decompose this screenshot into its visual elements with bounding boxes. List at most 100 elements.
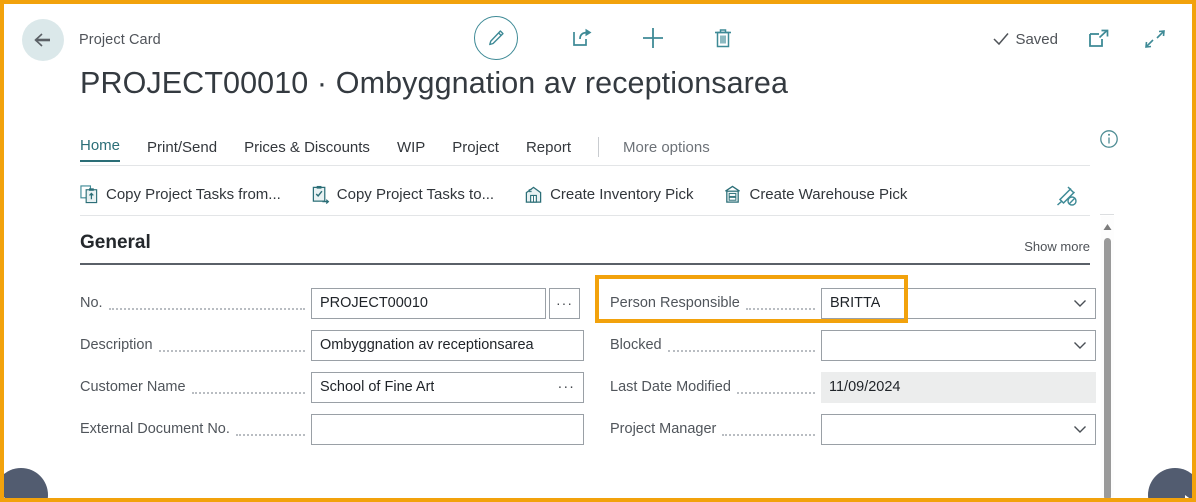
info-icon xyxy=(1098,128,1120,150)
project-card-window: Project Card xyxy=(0,0,1196,502)
input-blocked[interactable] xyxy=(821,330,1096,361)
label-leader-dots xyxy=(192,384,305,394)
open-in-new-window-button[interactable] xyxy=(1084,24,1114,54)
field-row-blocked: Blocked xyxy=(610,324,1096,366)
field-row-project-manager: Project Manager xyxy=(610,408,1096,450)
center-command-icons xyxy=(474,16,738,60)
general-form: No.PROJECT00010···DescriptionOmbyggnatio… xyxy=(80,282,1096,450)
collapse-icon xyxy=(1143,28,1167,50)
field-control-customer-name: School of Fine Art··· xyxy=(311,372,588,403)
input-no[interactable]: PROJECT00010 xyxy=(311,288,546,319)
field-control-project-manager xyxy=(821,414,1096,445)
show-more-link[interactable]: Show more xyxy=(1024,239,1090,254)
scrollbar-top-divider xyxy=(1100,214,1114,215)
chevron-down-icon xyxy=(1073,340,1087,350)
tab-list: Home Print/Send Prices & Discounts WIP Proje… xyxy=(80,132,1192,162)
label-leader-dots xyxy=(236,426,305,436)
scrollbar-thumb[interactable] xyxy=(1104,238,1111,500)
label-leader-dots xyxy=(668,342,815,352)
tab-report[interactable]: Report xyxy=(526,139,571,162)
tab-bar: Home Print/Send Prices & Discounts WIP Proje… xyxy=(80,132,1192,162)
input-value: 11/09/2024 xyxy=(829,379,901,395)
input-description[interactable]: Ombyggnation av receptionsarea xyxy=(311,330,584,361)
input-value: BRITTA xyxy=(830,295,880,311)
lookup-ellipsis-icon[interactable]: ··· xyxy=(548,379,576,395)
action-create-inventory-pick[interactable]: Create Inventory Pick xyxy=(524,185,693,204)
tab-wip[interactable]: WIP xyxy=(397,139,425,162)
action-label: Create Warehouse Pick xyxy=(749,186,907,203)
unpin-button[interactable] xyxy=(1054,184,1078,213)
collapse-button[interactable] xyxy=(1140,24,1170,54)
general-section: General Show more xyxy=(80,232,1090,265)
section-title: General xyxy=(80,232,151,254)
copy-from-icon xyxy=(80,185,99,204)
label-leader-dots xyxy=(722,426,815,436)
save-status: Saved xyxy=(992,31,1058,48)
form-column-left: No.PROJECT00010···DescriptionOmbyggnatio… xyxy=(80,282,588,450)
dropdown-toggle-project-manager[interactable] xyxy=(1065,424,1087,434)
pencil-icon xyxy=(485,27,507,49)
field-label-no: No. xyxy=(80,295,103,311)
field-control-description: Ombyggnation av receptionsarea xyxy=(311,330,588,361)
scroll-up-arrow-icon[interactable] xyxy=(1103,218,1112,236)
field-label-person-responsible: Person Responsible xyxy=(610,295,740,311)
warehouse-pick-icon xyxy=(723,185,742,204)
tab-prices-discounts[interactable]: Prices & Discounts xyxy=(244,139,370,162)
field-row-last-date-modified: Last Date Modified 11/09/2024 xyxy=(610,366,1096,408)
field-control-no: PROJECT00010··· xyxy=(311,288,588,319)
field-label-last-date-modified: Last Date Modified xyxy=(610,379,731,395)
top-command-bar: Project Card xyxy=(4,4,1192,66)
section-divider xyxy=(80,263,1090,265)
field-label-project-manager: Project Manager xyxy=(610,421,716,437)
info-button[interactable] xyxy=(1098,128,1120,155)
input-last-date-modified: 11/09/2024 xyxy=(821,372,1096,403)
field-control-last-date-modified: 11/09/2024 xyxy=(821,372,1096,403)
toolbar-divider xyxy=(80,215,1090,216)
tab-home[interactable]: Home xyxy=(80,137,120,162)
tab-divider xyxy=(80,165,1090,166)
tab-more-options[interactable]: More options xyxy=(623,139,710,162)
action-copy-project-tasks-from[interactable]: Copy Project Tasks from... xyxy=(80,185,281,204)
share-button[interactable] xyxy=(568,23,598,53)
input-person-responsible[interactable]: BRITTA xyxy=(821,288,1096,319)
field-row-no: No. PROJECT00010··· xyxy=(80,282,588,324)
edit-button[interactable] xyxy=(474,16,518,60)
form-column-right: Person ResponsibleBRITTABlockedLast Date… xyxy=(588,282,1096,450)
open-new-window-icon xyxy=(1087,28,1111,50)
breadcrumb[interactable]: Project Card xyxy=(79,32,161,48)
action-create-warehouse-pick[interactable]: Create Warehouse Pick xyxy=(723,185,907,204)
cursor-marker-bottom-left xyxy=(0,468,48,502)
back-button[interactable] xyxy=(22,19,64,61)
field-row-external-document-no: External Document No. xyxy=(80,408,588,450)
input-project-manager[interactable] xyxy=(821,414,1096,445)
action-label: Copy Project Tasks to... xyxy=(337,186,494,203)
input-value: Ombyggnation av receptionsarea xyxy=(320,337,534,353)
field-label-external-document-no: External Document No. xyxy=(80,421,230,437)
action-toolbar: Copy Project Tasks from... Copy Project T… xyxy=(80,174,1090,214)
chevron-down-icon xyxy=(1073,298,1087,308)
label-leader-dots xyxy=(159,342,305,352)
field-control-person-responsible: BRITTA xyxy=(821,288,1096,319)
input-customer-name[interactable]: School of Fine Art··· xyxy=(311,372,584,403)
page-title: PROJECT00010 · Ombyggnation av reception… xyxy=(80,66,788,101)
tab-print-send[interactable]: Print/Send xyxy=(147,139,217,162)
label-leader-dots xyxy=(737,384,815,394)
action-label: Copy Project Tasks from... xyxy=(106,186,281,203)
copy-to-icon xyxy=(311,185,330,204)
chevron-down-icon xyxy=(1073,424,1087,434)
input-external-document-no[interactable] xyxy=(311,414,584,445)
cursor-icon xyxy=(1184,494,1196,502)
action-copy-project-tasks-to[interactable]: Copy Project Tasks to... xyxy=(311,185,494,204)
plus-icon xyxy=(640,25,666,51)
tab-project[interactable]: Project xyxy=(452,139,499,162)
assist-edit-button-no[interactable]: ··· xyxy=(549,288,580,319)
dropdown-toggle-blocked[interactable] xyxy=(1065,340,1087,350)
field-label-description: Description xyxy=(80,337,153,353)
dropdown-toggle-person-responsible[interactable] xyxy=(1065,298,1087,308)
delete-button[interactable] xyxy=(708,23,738,53)
save-status-label: Saved xyxy=(1015,31,1058,48)
share-icon xyxy=(570,26,596,50)
vertical-scrollbar[interactable] xyxy=(1101,216,1114,502)
label-leader-dots xyxy=(109,300,305,310)
new-button[interactable] xyxy=(638,23,668,53)
